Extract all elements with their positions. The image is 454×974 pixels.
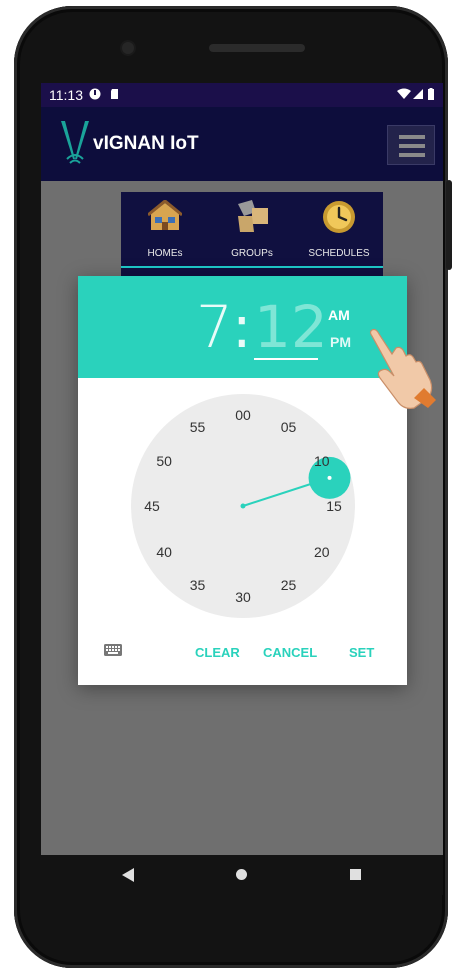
minute-selected-indicator: [254, 358, 318, 360]
clock-number[interactable]: 00: [228, 407, 258, 423]
signal-icon: [413, 89, 423, 99]
clock-number[interactable]: 50: [149, 453, 179, 469]
pm-toggle[interactable]: PM: [330, 334, 351, 350]
keyboard-icon[interactable]: [104, 644, 122, 656]
clock-number[interactable]: 45: [137, 498, 167, 514]
tab-label: HOMEs: [147, 248, 183, 259]
clock-number[interactable]: 25: [274, 577, 304, 593]
tab-label: SCHEDULES: [308, 248, 370, 259]
tab-homes[interactable]: HOMEs: [121, 192, 209, 266]
navigation-bar: [41, 855, 443, 895]
clock-number[interactable]: 40: [149, 544, 179, 560]
status-bar: 11:13: [41, 83, 443, 107]
sd-card-icon: [111, 89, 118, 99]
clock-center-dot: [240, 503, 246, 509]
app-bar: vIGNAN IoT: [41, 107, 443, 181]
wifi-icon: [397, 88, 411, 99]
clock-number[interactable]: 05: [274, 419, 304, 435]
tab-schedules[interactable]: SCHEDULES: [295, 192, 383, 266]
home-circle-icon[interactable]: [236, 869, 247, 880]
clock-number[interactable]: 15: [319, 498, 349, 514]
set-button[interactable]: SET: [349, 645, 374, 660]
tab-label: GROUPs: [231, 248, 273, 259]
hour-display[interactable]: 7: [196, 293, 233, 361]
screen: 11:13 vIGNAN IoT HOMEs GROUPs SCHEDULES …: [41, 83, 443, 855]
earpiece-speaker: [209, 44, 305, 52]
time-picker-header: 7 : 12 AM PM: [78, 276, 407, 378]
puzzle-icon: [238, 200, 268, 232]
hamburger-menu-button[interactable]: [387, 125, 435, 165]
time-separator: :: [232, 293, 252, 361]
battery-icon: [428, 88, 434, 100]
vignan-v-logo-icon: [61, 121, 89, 164]
time-picker-dialog: 7 : 12 AM PM 00 05 10 15 20 25 30 35 40 45 50 55 CL…: [78, 276, 436, 685]
app-title: vIGNAN IoT: [93, 133, 199, 154]
clock-icon: [323, 201, 355, 233]
clock-number[interactable]: 30: [228, 589, 258, 605]
back-triangle-icon[interactable]: [121, 867, 135, 883]
clock-number[interactable]: 10: [307, 453, 337, 469]
power-button: [446, 180, 452, 270]
clock-selector-dot: [327, 475, 332, 480]
clock-number[interactable]: 20: [307, 544, 337, 560]
clear-button[interactable]: CLEAR: [195, 645, 240, 660]
house-icon: [148, 200, 182, 230]
clock-number[interactable]: 35: [183, 577, 213, 593]
recents-square-icon[interactable]: [350, 869, 361, 880]
am-toggle[interactable]: AM: [328, 307, 350, 323]
hamburger-menu-icon: [399, 135, 425, 139]
status-time: 11:13: [49, 87, 83, 103]
data-saver-icon: [89, 88, 101, 100]
tab-groups[interactable]: GROUPs: [208, 192, 296, 266]
minute-display[interactable]: 12: [254, 293, 328, 361]
clock-number[interactable]: 55: [183, 419, 213, 435]
front-camera: [122, 42, 134, 54]
home-tabs: HOMEs GROUPs SCHEDULES: [121, 192, 383, 266]
pointing-hand-icon: [369, 328, 436, 409]
cancel-button[interactable]: CANCEL: [263, 645, 317, 660]
